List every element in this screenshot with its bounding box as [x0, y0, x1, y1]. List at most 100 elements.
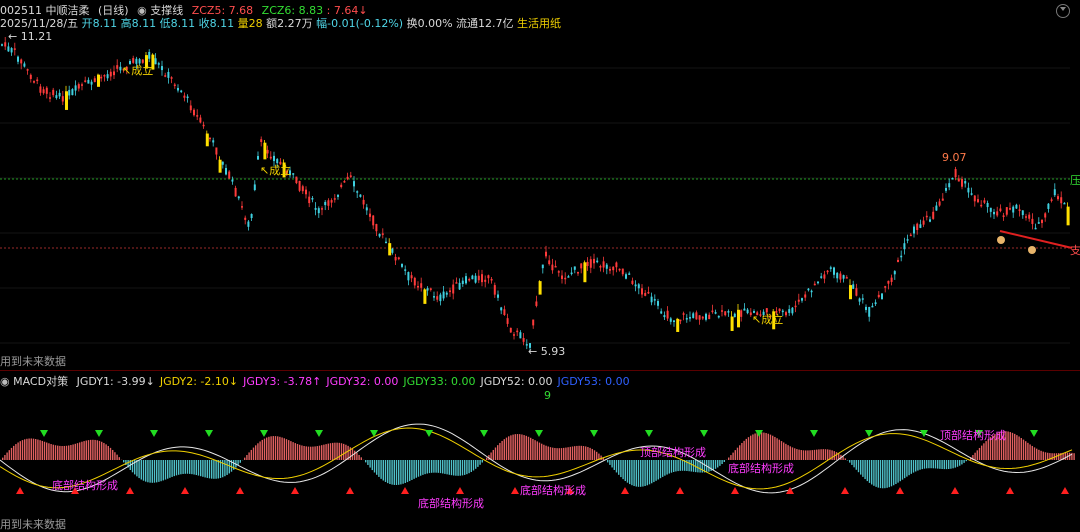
macd-bar	[196, 460, 197, 475]
macd-bar	[609, 460, 610, 465]
indicator-header: ◉ MACD对策 JGDY1: -3.99↓JGDY2: -2.10↓JGDY3…	[0, 373, 635, 387]
macd-bar	[576, 446, 577, 460]
macd-bar	[519, 434, 520, 460]
macd-bar	[4, 455, 5, 460]
macd-bar	[354, 451, 355, 460]
macd-bar	[592, 449, 593, 460]
buy-signal-icon	[511, 487, 519, 494]
candle-body	[315, 208, 317, 210]
candle-body	[46, 88, 48, 94]
macd-bar	[224, 460, 225, 476]
candle-body	[622, 269, 624, 275]
macd-bar	[6, 453, 7, 460]
candle-body	[996, 211, 998, 215]
macd-bar	[625, 460, 626, 481]
buy-signal-icon	[346, 487, 354, 494]
macd-indicator-chart[interactable]	[0, 388, 1080, 529]
macd-bar	[644, 460, 645, 486]
macd-bar	[691, 460, 692, 472]
candle-body	[331, 200, 333, 203]
candle-body	[964, 181, 966, 183]
indicator-toggle-icon[interactable]: ◉	[0, 375, 10, 388]
buy-signal-icon	[951, 487, 959, 494]
macd-bar	[651, 460, 652, 483]
macd-bar	[266, 438, 267, 460]
macd-bar	[589, 448, 590, 460]
candle-body	[1006, 207, 1008, 215]
candle-body	[833, 267, 835, 274]
candle-body	[663, 315, 665, 317]
indicator-value-6: JGDY53: 0.00	[558, 375, 630, 388]
trend-line	[1000, 231, 1072, 248]
candle-body	[583, 262, 586, 282]
macd-bar	[1036, 449, 1037, 460]
macd-bar	[908, 460, 909, 475]
candle-body	[62, 96, 64, 101]
macd-bar	[737, 448, 738, 460]
macd-bar	[136, 460, 137, 476]
candle-body	[49, 97, 51, 99]
macd-bar	[64, 446, 65, 460]
macd-bar	[185, 460, 186, 474]
structure-label: 底部结构形成	[418, 495, 484, 511]
candle-body	[932, 212, 934, 219]
macd-bar	[754, 433, 755, 460]
indicator-title[interactable]: MACD对策	[13, 375, 68, 388]
panel-divider[interactable]	[0, 370, 1080, 371]
candle-body	[462, 281, 464, 284]
macd-bar	[328, 444, 329, 460]
candle-body	[740, 310, 742, 317]
candlestick-chart[interactable]	[0, 28, 1080, 368]
macd-bar	[215, 460, 216, 479]
candle-body	[193, 110, 195, 115]
candle-body	[382, 233, 384, 235]
macd-bar	[394, 460, 395, 485]
macd-bar	[673, 460, 674, 472]
macd-bar	[187, 460, 188, 474]
macd-bar	[583, 446, 584, 460]
buy-signal-icon	[841, 487, 849, 494]
macd-bar	[277, 436, 278, 460]
macd-bar	[451, 460, 452, 475]
macd-bar	[268, 437, 269, 460]
macd-bar	[556, 448, 557, 460]
macd-bar	[825, 449, 826, 460]
candle-body	[798, 300, 800, 302]
candle-body	[270, 157, 272, 159]
macd-bar	[565, 448, 566, 460]
candle-body	[257, 156, 259, 160]
candle-body	[571, 273, 573, 275]
macd-bar	[913, 460, 914, 473]
macd-bar	[22, 440, 23, 460]
macd-bar	[402, 460, 403, 484]
candle-body	[238, 196, 240, 198]
macd-bar	[147, 460, 148, 482]
macd-bar	[160, 460, 161, 481]
macd-bar	[864, 460, 865, 479]
candle-body	[475, 276, 477, 283]
candle-body	[513, 334, 515, 336]
macd-bar	[647, 460, 648, 485]
macd-bar	[292, 442, 293, 460]
candle-body	[33, 81, 35, 83]
macd-bar	[42, 441, 43, 460]
candle-body	[478, 276, 480, 281]
future-data-note: 用到未来数据	[0, 353, 66, 369]
macd-bar	[713, 460, 714, 470]
candle-body	[593, 259, 595, 263]
sell-signal-icon	[40, 430, 48, 437]
settings-dropdown-icon[interactable]	[1056, 4, 1070, 18]
macd-bar	[526, 436, 527, 460]
candle-body	[433, 296, 435, 298]
candle-body	[1028, 215, 1030, 219]
macd-bar	[504, 439, 505, 460]
macd-bar	[303, 446, 304, 460]
signal-label: ↖成立	[752, 311, 783, 327]
candle-body	[209, 138, 211, 140]
macd-bar	[50, 444, 51, 460]
macd-bar	[398, 460, 399, 485]
candle-body	[564, 278, 566, 280]
macd-bar	[110, 448, 111, 460]
macd-bar	[61, 446, 62, 460]
candle-body	[718, 316, 720, 318]
